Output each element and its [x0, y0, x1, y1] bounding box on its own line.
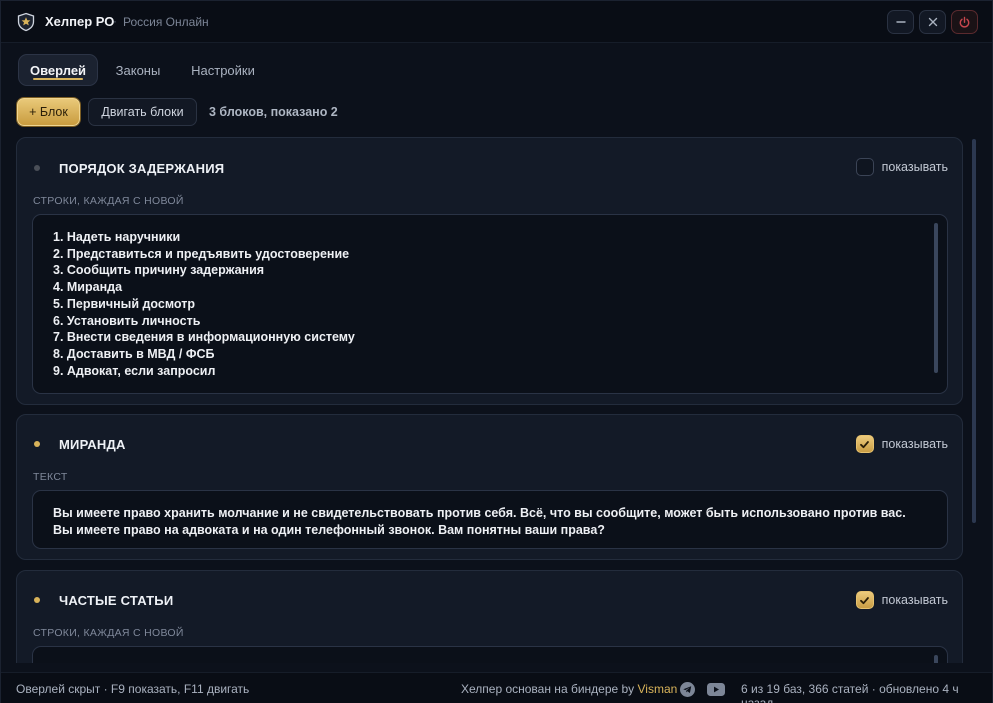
close-button[interactable] [919, 10, 946, 34]
block-status-dot [34, 597, 40, 603]
credit-text: Хелпер основан на биндере by Visman [461, 682, 677, 696]
tab-settings[interactable]: Настройки [181, 54, 265, 86]
line-item: 3. Сообщить причину задержания [53, 263, 265, 278]
line-item: 6. Установить личность [53, 313, 201, 328]
lines-content: 1. Надеть наручники 2. Представиться и п… [53, 229, 355, 379]
power-icon [959, 16, 970, 27]
block-card-miranda: МИРАНДА показывать ТЕКСТ Вы имеете право… [16, 414, 963, 560]
line-item: 8. Доставить в МВД / ФСБ [53, 346, 215, 361]
credit-prefix: Хелпер основан на биндере by [461, 682, 638, 696]
text-textarea[interactable]: Вы имеете право хранить молчание и не св… [32, 490, 948, 549]
database-stats: 6 из 19 баз, 366 статей · обновлено 4 ч … [741, 682, 959, 703]
show-toggle[interactable]: показывать [855, 158, 948, 176]
minus-icon [895, 21, 906, 23]
line-item: 4. Миранда [53, 280, 123, 295]
telegram-icon[interactable] [680, 682, 695, 697]
show-label: показывать [881, 593, 948, 607]
tab-overlay-label: Оверлей [29, 62, 87, 78]
move-blocks-button[interactable]: Двигать блоки [88, 98, 197, 126]
block-title: ЧАСТЫЕ СТАТЬИ [59, 593, 174, 608]
tab-settings-label: Настройки [191, 62, 255, 78]
tab-laws[interactable]: Законы [108, 54, 168, 86]
status-bar: Оверлей скрыт · F9 показать, F11 двигать… [1, 672, 992, 703]
line-item: 7. Внести сведения в информационную сист… [53, 330, 355, 345]
field-label: ТЕКСТ [33, 471, 68, 483]
text-content: Вы имеете право хранить молчание и не св… [53, 506, 906, 537]
line-item: 5. Первичный досмотр [53, 296, 195, 311]
tab-overlay[interactable]: Оверлей [18, 54, 98, 86]
app-subtitle: Россия Онлайн [123, 15, 209, 29]
title-bar[interactable]: Хелпер РО · Россия Онлайн [1, 1, 992, 43]
show-toggle[interactable]: показывать [855, 435, 948, 453]
line-item: 9. Адвокат, если запросил [53, 363, 216, 378]
show-label: показывать [881, 160, 948, 174]
blocks-count: 3 блоков, показано 2 [209, 105, 338, 119]
show-checkbox[interactable] [855, 591, 874, 609]
show-label: показывать [881, 437, 948, 451]
check-icon [860, 596, 869, 604]
police-star-shield-icon [17, 12, 35, 32]
block-title: ПОРЯДОК ЗАДЕРЖАНИЯ [59, 161, 225, 176]
block-status-dot [34, 441, 40, 447]
lines-textarea[interactable]: 1. Надеть наручники 2. Представиться и п… [32, 214, 948, 394]
block-card-frequent-articles: ЧАСТЫЕ СТАТЬИ показывать СТРОКИ, КАЖДАЯ … [16, 570, 963, 663]
power-button[interactable] [951, 10, 978, 34]
show-toggle[interactable]: показывать [855, 591, 948, 609]
app-title: Хелпер РО [45, 14, 115, 29]
check-icon [860, 440, 869, 448]
textarea-scrollbar[interactable] [934, 223, 938, 373]
app-window: Хелпер РО · Россия Онлайн Оверлей Законы… [0, 0, 993, 703]
block-card-detention: ПОРЯДОК ЗАДЕРЖАНИЯ показывать СТРОКИ, КА… [16, 137, 963, 405]
block-status-dot [34, 165, 40, 171]
content-scrollbar[interactable] [972, 139, 976, 523]
line-item: 2. Представиться и предъявить удостовере… [53, 246, 350, 261]
minimize-button[interactable] [887, 10, 914, 34]
line-item: 1. Надеть наручники [53, 230, 181, 244]
add-block-button[interactable]: + Блок [17, 98, 80, 126]
show-checkbox[interactable] [855, 158, 874, 176]
tab-active-indicator [33, 78, 83, 80]
tab-laws-label: Законы [115, 62, 161, 78]
close-icon [928, 17, 937, 27]
youtube-icon[interactable] [707, 683, 725, 696]
author-link[interactable]: Visman [638, 682, 678, 696]
field-label: СТРОКИ, КАЖДАЯ С НОВОЙ [33, 627, 184, 639]
block-title: МИРАНДА [59, 437, 126, 452]
field-label: СТРОКИ, КАЖДАЯ С НОВОЙ [33, 195, 184, 207]
overlay-status: Оверлей скрыт · F9 показать, F11 двигать [16, 682, 250, 696]
blocks-list[interactable]: ПОРЯДОК ЗАДЕРЖАНИЯ показывать СТРОКИ, КА… [1, 135, 993, 663]
lines-textarea[interactable] [32, 646, 948, 663]
title-separator: · [113, 14, 117, 28]
textarea-scrollbar[interactable] [934, 655, 938, 663]
show-checkbox[interactable] [855, 435, 874, 453]
